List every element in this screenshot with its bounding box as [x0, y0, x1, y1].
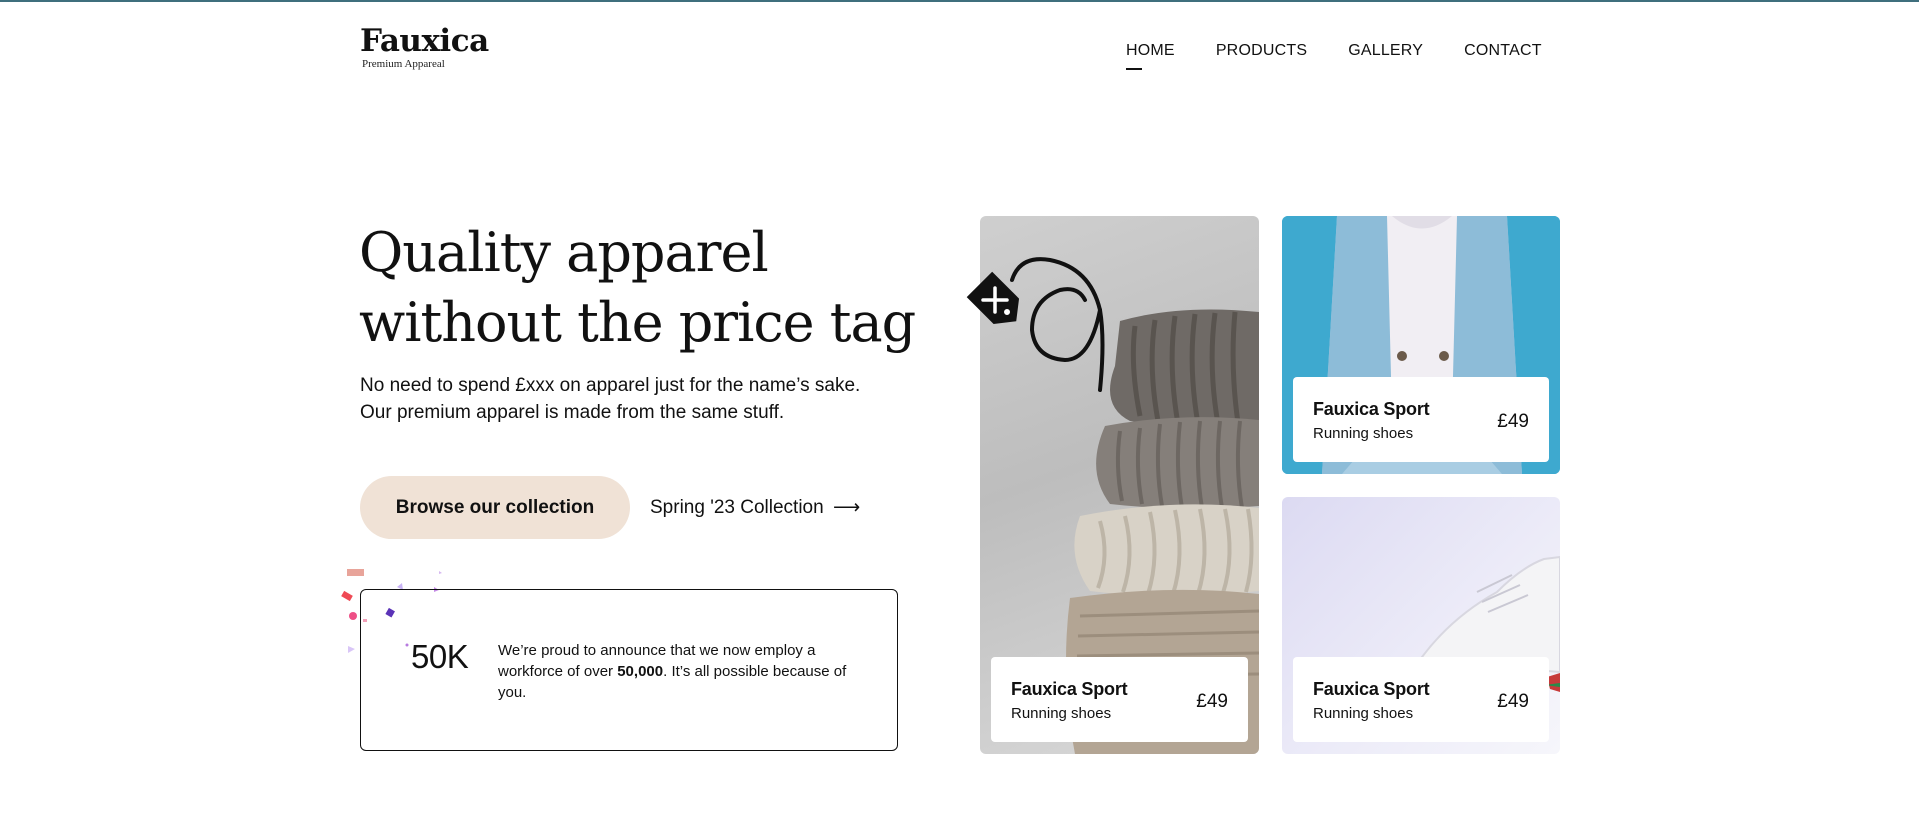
- arrow-right-icon: ⟶: [832, 497, 861, 518]
- spring-collection-link[interactable]: Spring '23 Collection ⟶: [650, 496, 860, 519]
- top-accent-line: [0, 0, 1919, 2]
- nav-item-contact[interactable]: CONTACT: [1464, 42, 1542, 60]
- product-card[interactable]: Fauxica Sport Running shoes £49: [1293, 657, 1549, 742]
- product-price: £49: [1497, 691, 1529, 712]
- browse-collection-button[interactable]: Browse our collection: [360, 476, 630, 539]
- product-card[interactable]: Fauxica Sport Running shoes £49: [1293, 377, 1549, 462]
- price-tag-icon: [966, 257, 1105, 392]
- product-price: £49: [1196, 691, 1228, 712]
- product-subtitle: Running shoes: [1313, 425, 1414, 442]
- hero-subtitle-line-2: Our premium apparel is made from the sam…: [360, 402, 785, 423]
- stat-description: We’re proud to announce that we now empl…: [498, 640, 853, 703]
- hero-title-line-1: Quality apparel: [359, 221, 769, 284]
- product-title: Fauxica Sport: [1011, 679, 1128, 699]
- nav-item-gallery[interactable]: GALLERY: [1348, 42, 1423, 60]
- product-title: Fauxica Sport: [1313, 399, 1430, 419]
- hero-subtitle: No need to spend £xxx on apparel just fo…: [360, 372, 940, 426]
- brand-logo[interactable]: Fauxica Premium Appareal: [360, 24, 489, 70]
- hero-title: Quality apparel without the price tag: [359, 218, 919, 358]
- hero-title-line-2: without the price tag: [359, 291, 916, 354]
- hero-subtitle-line-1: No need to spend £xxx on apparel just fo…: [360, 375, 861, 396]
- workforce-stat-card: 50K We’re proud to announce that we now …: [360, 589, 898, 751]
- product-tile-sneaker[interactable]: Fauxica Sport Running shoes £49: [1282, 497, 1560, 754]
- brand-tagline: Premium Appareal: [362, 58, 445, 70]
- product-card[interactable]: Fauxica Sport Running shoes £49: [991, 657, 1248, 742]
- nav-item-home[interactable]: HOME: [1126, 42, 1175, 70]
- product-tile-jacket[interactable]: Fauxica Sport Running shoes £49: [1282, 216, 1560, 474]
- stat-value: 50K: [411, 638, 469, 675]
- brand-name: Fauxica: [360, 23, 489, 59]
- product-title: Fauxica Sport: [1313, 679, 1430, 699]
- nav-item-products[interactable]: PRODUCTS: [1216, 42, 1307, 60]
- product-subtitle: Running shoes: [1313, 705, 1414, 722]
- spring-collection-label: Spring '23 Collection: [650, 497, 824, 518]
- main-nav: HOME PRODUCTS GALLERY CONTACT: [1126, 42, 1542, 70]
- product-price: £49: [1497, 411, 1529, 432]
- stat-text-bold: 50,000: [617, 663, 664, 680]
- product-subtitle: Running shoes: [1011, 705, 1112, 722]
